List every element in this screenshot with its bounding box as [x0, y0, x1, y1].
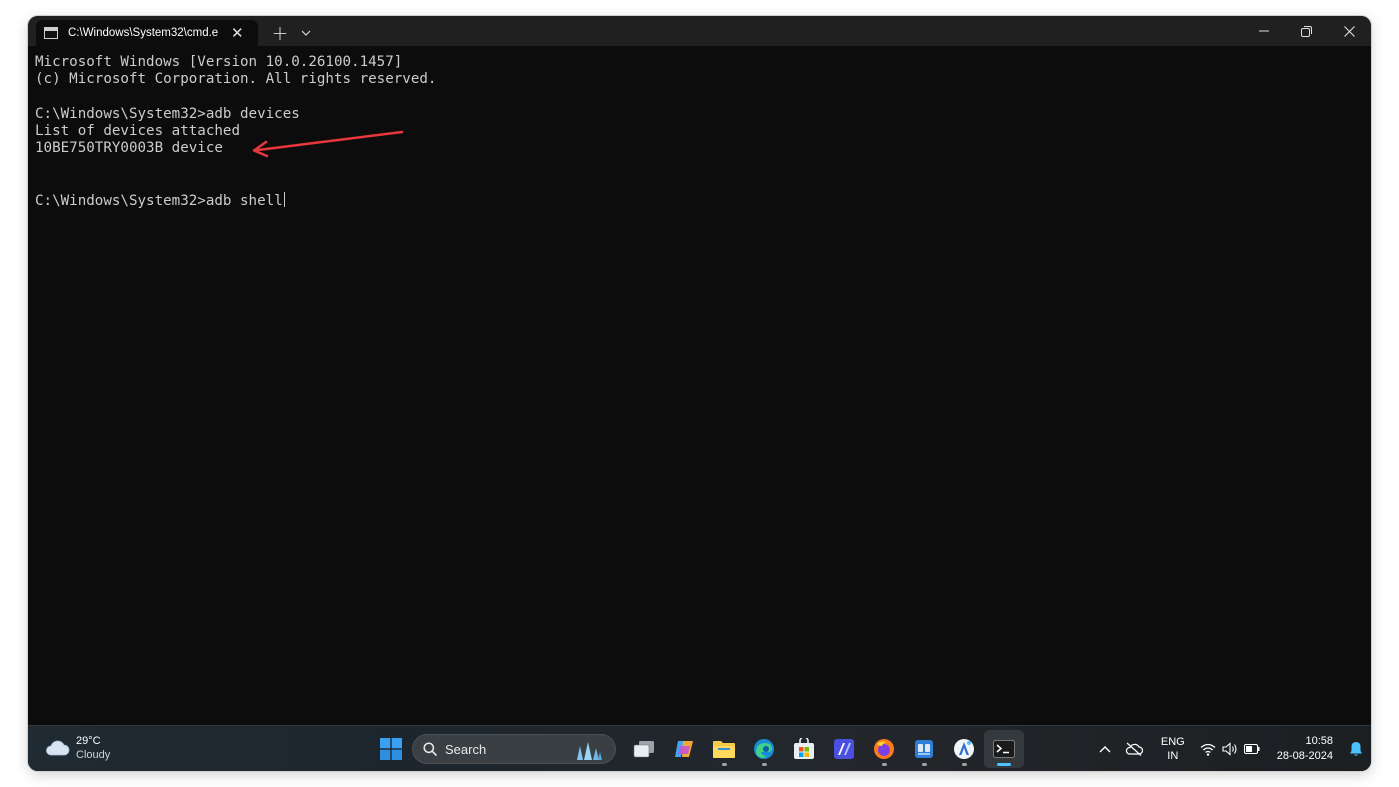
- store-icon: [794, 738, 814, 759]
- running-indicator: [721, 763, 727, 766]
- running-indicator: [881, 763, 887, 766]
- show-hidden-icons-button[interactable]: [1091, 726, 1119, 771]
- tab-close-icon[interactable]: ✕: [231, 25, 244, 41]
- restore-icon: [1301, 25, 1312, 37]
- system-tray: ENG IN 10:58 28-08-2024: [1091, 726, 1371, 771]
- terminal-prompt-line: C:\Windows\System32>adb shell: [35, 192, 1364, 209]
- weather-temperature: 29°C: [76, 735, 101, 747]
- edge-button[interactable]: [744, 730, 784, 768]
- annotation-arrow-icon: [252, 130, 404, 158]
- weather-condition: Cloudy: [76, 749, 111, 761]
- notifications-button[interactable]: [1341, 726, 1371, 771]
- region-code: IN: [1167, 750, 1179, 762]
- tab-title: C:\Windows\System32\cmd.e: [68, 27, 219, 39]
- tab-dropdown-button[interactable]: [294, 20, 318, 46]
- start-button[interactable]: [374, 732, 408, 766]
- search-input[interactable]: Search: [412, 734, 616, 764]
- terminal-tab[interactable]: C:\Windows\System32\cmd.e ✕: [36, 20, 258, 46]
- terminal-line: List of devices attached: [35, 123, 240, 140]
- task-view-icon: [633, 741, 654, 758]
- code-editor-icon: [834, 739, 854, 759]
- clock[interactable]: 10:58 28-08-2024: [1277, 734, 1333, 764]
- copilot-button[interactable]: [664, 730, 704, 768]
- taskbar: 29°C Cloudy Search ENG IN 10:58 28-08-20…: [28, 725, 1371, 771]
- new-tab-button[interactable]: +: [266, 20, 294, 46]
- android-tool-icon: [915, 740, 933, 758]
- search-highlight-icon: [577, 742, 602, 760]
- chevron-up-icon: [1099, 746, 1111, 753]
- language-indicator[interactable]: ENG IN: [1161, 735, 1185, 763]
- volume-icon: [1222, 742, 1237, 756]
- weather-widget[interactable]: 29°C Cloudy: [44, 734, 110, 762]
- search-label: Search: [445, 741, 487, 757]
- wifi-icon: [1200, 743, 1216, 756]
- folder-icon: [713, 741, 735, 758]
- ai-assistant-button[interactable]: [944, 730, 984, 768]
- running-indicator: [961, 763, 967, 766]
- text-cursor: [283, 192, 285, 208]
- restore-button[interactable]: [1285, 16, 1328, 46]
- terminal-command: C:\Windows\System32>adb shell: [35, 193, 283, 210]
- windows-logo-icon: [380, 738, 402, 760]
- terminal-output[interactable]: Microsoft Windows [Version 10.0.26100.14…: [28, 46, 1371, 725]
- task-view-button[interactable]: [624, 730, 664, 768]
- microsoft-store-button[interactable]: [784, 730, 824, 768]
- quick-settings-button[interactable]: [1197, 726, 1263, 771]
- terminal-line: (c) Microsoft Corporation. All rights re…: [35, 71, 437, 88]
- clock-date: 28-08-2024: [1276, 750, 1333, 762]
- running-indicator: [761, 763, 767, 766]
- taskbar-apps: Search: [374, 730, 1024, 768]
- edge-icon: [754, 739, 774, 759]
- cmd-icon: [44, 27, 58, 39]
- terminal-line: C:\Windows\System32>adb devices: [35, 105, 300, 122]
- file-explorer-button[interactable]: [704, 730, 744, 768]
- close-button[interactable]: [1328, 16, 1371, 46]
- assistant-icon: [954, 739, 974, 759]
- firefox-button[interactable]: [864, 730, 904, 768]
- battery-icon: [1243, 744, 1260, 754]
- android-tool-button[interactable]: [904, 730, 944, 768]
- language-code: ENG: [1160, 736, 1185, 748]
- clock-time: 10:58: [1305, 735, 1333, 747]
- title-bar: C:\Windows\System32\cmd.e ✕ +: [28, 16, 1371, 46]
- chevron-down-icon: [301, 30, 311, 36]
- window-controls: [1242, 16, 1371, 46]
- cloud-icon: [46, 740, 70, 756]
- desktop-screen: C:\Windows\System32\cmd.e ✕ + Microsoft …: [28, 16, 1371, 771]
- weather-text: 29°C Cloudy: [76, 734, 110, 762]
- terminal-icon: [993, 740, 1015, 758]
- cloud-off-icon: [1125, 742, 1143, 756]
- terminal-app-button[interactable]: [984, 730, 1024, 768]
- running-indicator: [921, 763, 927, 766]
- running-indicator: [997, 763, 1011, 766]
- copilot-icon: [675, 741, 693, 757]
- search-icon: [423, 742, 437, 756]
- close-icon: [1344, 25, 1355, 37]
- sync-off-button[interactable]: [1119, 726, 1149, 771]
- firefox-icon: [874, 739, 894, 759]
- minimize-icon: [1258, 30, 1269, 32]
- minimize-button[interactable]: [1242, 16, 1285, 46]
- editor-app-button[interactable]: [824, 730, 864, 768]
- terminal-line: 10BE750TRY0003B device: [35, 140, 223, 157]
- terminal-line: Microsoft Windows [Version 10.0.26100.14…: [35, 54, 403, 70]
- bell-icon: [1350, 742, 1362, 756]
